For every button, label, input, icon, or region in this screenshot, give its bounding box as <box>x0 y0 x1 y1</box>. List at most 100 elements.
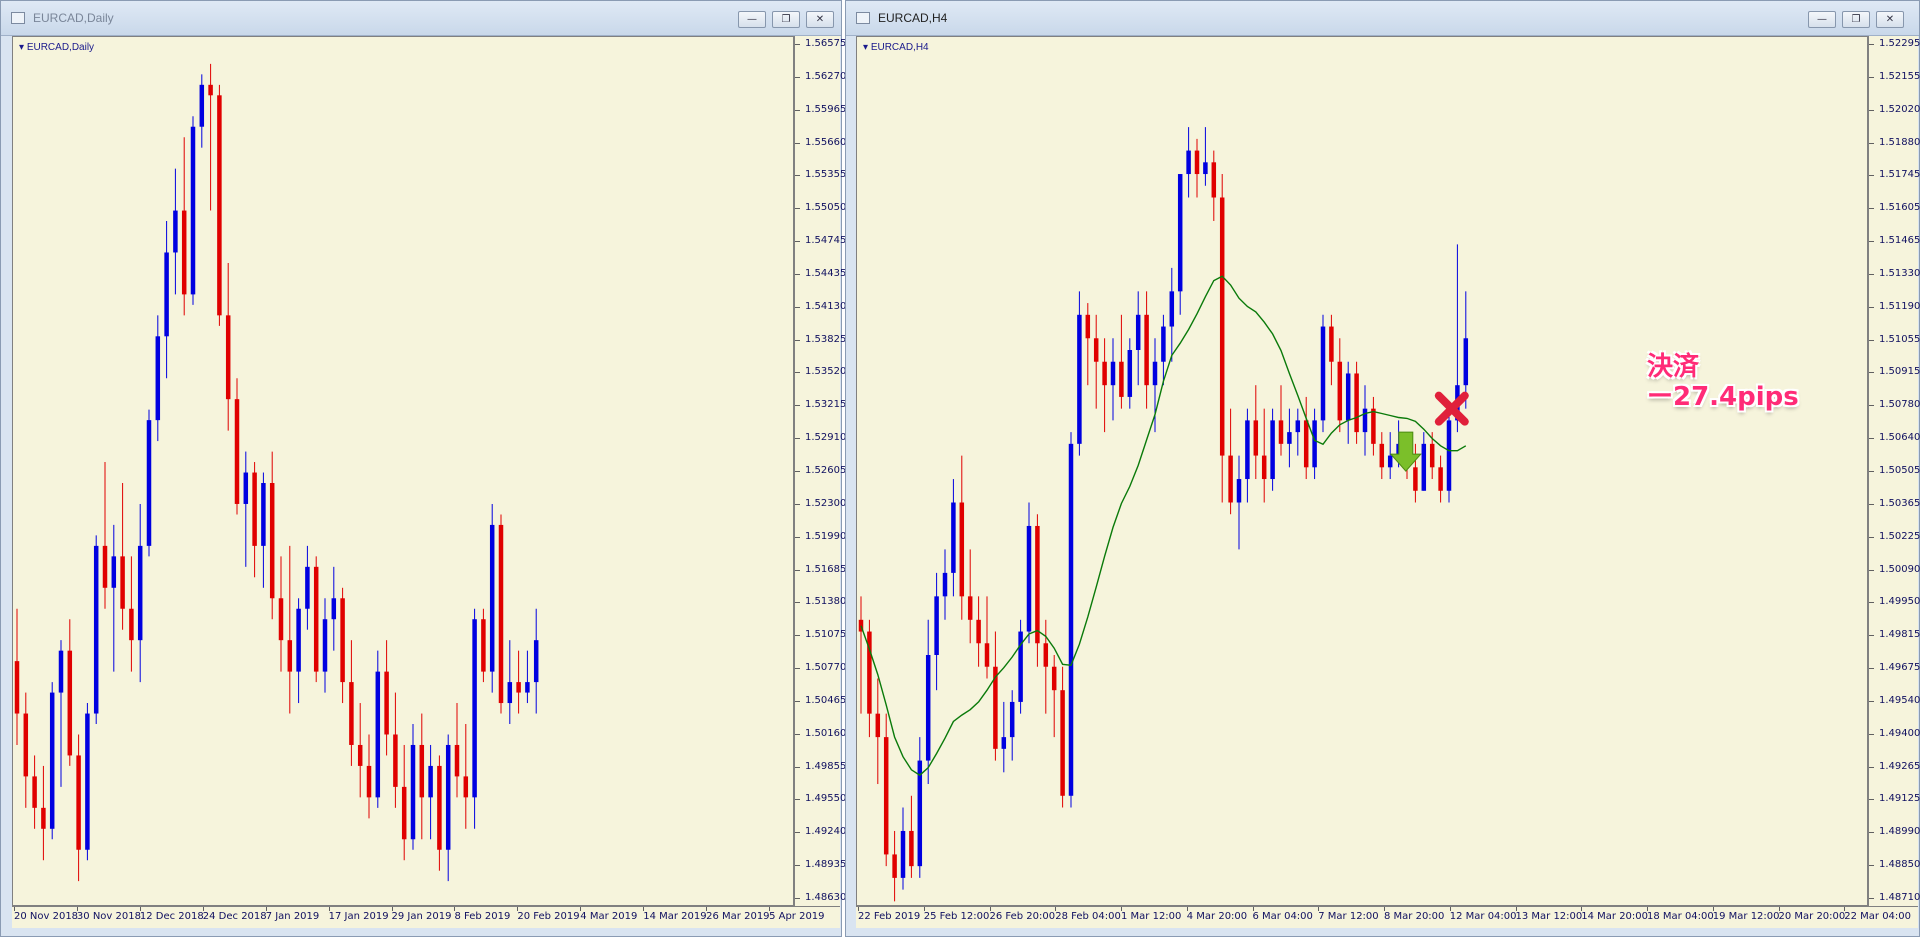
daily-chart-window[interactable]: EURCAD,Daily — ❐ ✕ ▾ EURCAD,Daily 1.5657… <box>0 0 846 937</box>
bear-candle-body <box>1051 666 1057 691</box>
close-button[interactable]: ✕ <box>1876 11 1904 28</box>
daily-window-titlebar[interactable]: EURCAD,Daily — ❐ ✕ <box>1 1 841 36</box>
maximize-button[interactable]: ❐ <box>772 11 800 28</box>
bear-candle-body <box>1219 197 1225 456</box>
settlement-annotation: 決済 ー27.4pips <box>1647 352 1799 412</box>
price-label: 1.51055 <box>1879 333 1920 345</box>
bull-candle-body <box>489 524 495 672</box>
daily-time-axis[interactable]: 20 Nov 2018 30 Nov 2018 12 Dec 2018 24 Dec … <box>12 906 840 928</box>
bear-candle-body <box>181 210 187 295</box>
bear-candle-body <box>278 598 284 641</box>
minimize-button[interactable]: — <box>1808 11 1836 28</box>
daily-chart-plot[interactable]: ▾ EURCAD,Daily <box>12 36 794 906</box>
price-label: 1.53520 <box>805 366 847 378</box>
bear-candle-body <box>976 619 981 644</box>
price-tick <box>795 832 800 834</box>
bear-candle-body <box>1144 314 1149 386</box>
bull-candle-body <box>917 760 923 867</box>
price-tick <box>795 602 800 604</box>
bear-candle-body <box>883 737 889 855</box>
bear-candle-body <box>269 483 275 599</box>
daily-chart-symbol-text: EURCAD,Daily <box>26 42 95 53</box>
bull-candle-body <box>155 336 161 421</box>
bear-candle-body <box>454 744 460 777</box>
close-button[interactable]: ✕ <box>806 11 834 28</box>
price-label: 1.49240 <box>805 826 847 838</box>
bull-candle-body <box>1161 326 1166 362</box>
maximize-button[interactable]: ❐ <box>1842 11 1870 28</box>
price-label: 1.52020 <box>1879 103 1920 115</box>
time-label: 17 Jan 2019 <box>328 911 389 922</box>
price-label: 1.52300 <box>805 497 847 509</box>
bear-candle-body <box>217 95 222 316</box>
price-tick <box>1869 635 1874 637</box>
bull-candle-body <box>1446 420 1452 491</box>
bull-candle-body <box>900 830 906 878</box>
sell-arrow-icon <box>1389 431 1422 472</box>
bear-candle-body <box>393 734 398 787</box>
price-label: 1.49815 <box>1879 629 1920 641</box>
bear-candle-body <box>1278 420 1284 444</box>
price-tick <box>795 44 800 45</box>
h4-chart-window[interactable]: EURCAD,H4 — ❐ ✕ ▾ EURCAD,H4 決済 ー27.4pips… <box>845 0 1920 937</box>
h4-chart-plot[interactable]: ▾ EURCAD,H4 決済 ー27.4pips <box>856 36 1868 906</box>
price-tick <box>795 569 800 571</box>
price-label: 1.56270 <box>805 70 847 82</box>
bear-candle-body <box>875 713 881 738</box>
h4-price-axis[interactable]: 1.52295 1.52155 1.52020 1.51880 1.51745 1.516… <box>1868 36 1920 906</box>
bull-candle-body <box>1245 420 1250 480</box>
price-tick <box>1869 602 1874 604</box>
time-label: 20 Nov 2018 <box>14 911 79 922</box>
price-tick <box>795 175 800 177</box>
bull-candle-body <box>1026 525 1032 632</box>
daily-price-axis[interactable]: 1.56575 1.56270 1.55965 1.55660 1.55355 1.550… <box>794 36 846 906</box>
minimize-button[interactable]: — <box>738 11 766 28</box>
bear-candle-body <box>287 640 293 672</box>
bull-candle-body <box>261 483 266 546</box>
time-label: 6 Mar 04:00 <box>1252 911 1313 922</box>
time-label: 18 Mar 04:00 <box>1647 911 1714 922</box>
bull-candle-body <box>445 744 451 850</box>
bear-candle-body <box>129 608 134 641</box>
close-position-icon <box>1434 391 1469 426</box>
time-label: 26 Feb 20:00 <box>989 911 1056 922</box>
bull-candle-body <box>111 556 117 588</box>
price-tick <box>1869 799 1874 801</box>
price-tick <box>1869 503 1874 505</box>
bull-candle-body <box>1001 737 1007 749</box>
price-tick <box>1869 405 1874 407</box>
bear-candle-body <box>313 566 319 672</box>
time-label: 25 Feb 12:00 <box>923 911 990 922</box>
price-tick <box>1869 668 1874 670</box>
price-tick <box>1869 109 1874 111</box>
price-label: 1.51330 <box>1879 267 1920 279</box>
bull-candle-body <box>49 692 55 829</box>
price-label: 1.50505 <box>1879 465 1920 476</box>
bear-candle-body <box>1035 525 1040 644</box>
bull-candle-body <box>173 210 178 253</box>
h4-chart-symbol-label[interactable]: ▾ EURCAD,H4 <box>863 42 929 53</box>
time-label: 8 Mar 20:00 <box>1384 911 1445 922</box>
h4-window-titlebar[interactable]: EURCAD,H4 — ❐ ✕ <box>846 1 1919 36</box>
price-tick <box>795 733 800 735</box>
bull-candle-body <box>199 84 205 127</box>
bull-candle-body <box>428 765 433 798</box>
price-tick <box>1869 438 1874 440</box>
bull-candle-body <box>1135 314 1141 350</box>
price-label: 1.56575 <box>805 38 847 49</box>
price-tick <box>1869 273 1874 275</box>
bear-candle-body <box>76 755 81 850</box>
bear-candle-body <box>1228 455 1233 503</box>
price-tick <box>795 372 800 374</box>
time-label: 4 Mar 20:00 <box>1186 911 1248 922</box>
h4-time-axis[interactable]: 22 Feb 2019 25 Feb 12:00 26 Feb 20:00 28 Fe… <box>856 906 1918 928</box>
time-label: 22 Feb 2019 <box>858 911 921 922</box>
price-label: 1.49855 <box>805 760 847 772</box>
bear-candle-body <box>120 556 125 609</box>
time-label: 29 Jan 2019 <box>391 911 452 922</box>
daily-chart-symbol-label[interactable]: ▾ EURCAD,Daily <box>19 42 94 53</box>
bull-candle-body <box>137 545 143 641</box>
bull-candle-body <box>1312 420 1317 468</box>
settlement-label: 決済 <box>1647 352 1700 382</box>
settlement-pips: ー27.4pips <box>1647 382 1799 412</box>
